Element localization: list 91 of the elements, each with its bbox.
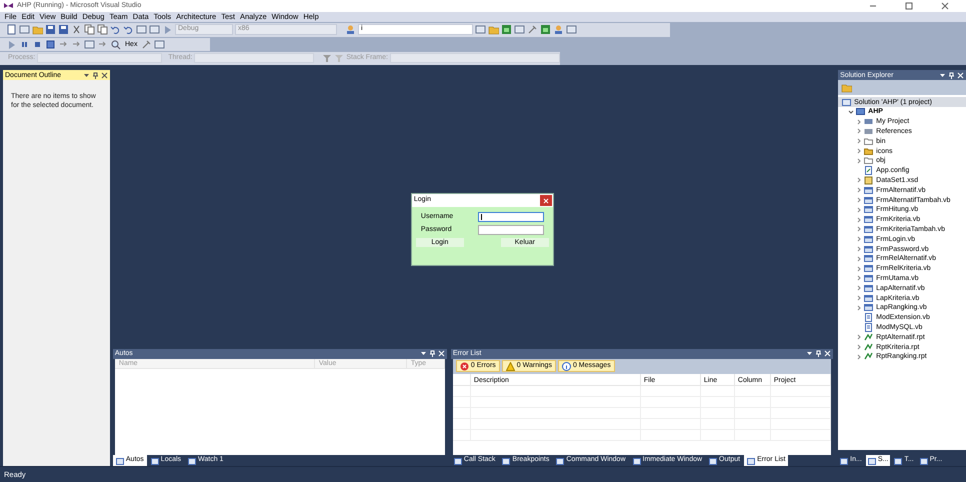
document-icon[interactable] xyxy=(6,24,17,36)
window-icon[interactable] xyxy=(514,24,525,36)
copy-icon[interactable] xyxy=(84,24,95,36)
window-icon xyxy=(556,456,564,465)
maximize-icon[interactable] xyxy=(904,2,914,10)
window-icon xyxy=(868,456,876,465)
window-icon xyxy=(747,456,756,465)
file-icon xyxy=(864,224,874,234)
file-icon xyxy=(864,215,874,224)
chevron-right-icon[interactable] xyxy=(856,354,862,360)
app-logo-icon xyxy=(3,2,14,10)
file-icon xyxy=(864,313,874,322)
undo-icon[interactable] xyxy=(110,24,121,36)
window-icon xyxy=(116,456,124,465)
close-icon xyxy=(542,198,549,204)
window-icon xyxy=(188,456,196,465)
window-icon[interactable] xyxy=(566,24,577,36)
save-icon[interactable] xyxy=(58,24,69,36)
window-icon xyxy=(709,456,718,465)
window-icon xyxy=(920,456,928,465)
close-icon[interactable] xyxy=(100,72,108,79)
chevron-right-icon[interactable] xyxy=(856,206,862,213)
input-field[interactable] xyxy=(478,212,544,222)
chevron-down-icon[interactable] xyxy=(848,108,854,115)
message-icon xyxy=(562,362,571,371)
chevron-right-icon[interactable] xyxy=(856,275,862,282)
file-icon xyxy=(864,166,874,176)
chevron-right-icon[interactable] xyxy=(856,256,862,262)
error-icon xyxy=(460,362,469,371)
chevron-right-icon[interactable] xyxy=(856,344,862,350)
input-field[interactable] xyxy=(478,224,544,235)
window-icon[interactable] xyxy=(84,38,95,50)
chevron-right-icon[interactable] xyxy=(856,118,862,125)
chevron-right-icon[interactable] xyxy=(856,246,862,252)
chevron-right-icon[interactable] xyxy=(856,266,862,272)
undo-icon[interactable] xyxy=(123,24,134,36)
scissors-icon[interactable] xyxy=(71,24,82,36)
window-icon[interactable] xyxy=(19,24,30,36)
window-icon xyxy=(454,456,462,465)
chevron-right-icon[interactable] xyxy=(856,216,862,223)
chevron-right-icon[interactable] xyxy=(856,187,862,194)
copy-icon[interactable] xyxy=(97,24,108,36)
file-icon xyxy=(864,176,874,185)
file-icon xyxy=(864,186,874,195)
chevron-right-icon[interactable] xyxy=(856,236,862,242)
window-icon[interactable] xyxy=(149,24,160,36)
window-icon xyxy=(894,456,902,465)
chevron-right-icon[interactable] xyxy=(856,177,862,184)
file-icon xyxy=(864,244,874,254)
window-icon xyxy=(632,456,641,465)
dropdown-icon[interactable] xyxy=(939,72,946,79)
file-icon xyxy=(864,234,874,244)
file-icon xyxy=(864,254,874,264)
file-icon xyxy=(864,322,874,332)
pin-icon[interactable] xyxy=(92,72,99,79)
chevron-right-icon[interactable] xyxy=(856,128,862,134)
chevron-right-icon[interactable] xyxy=(856,158,862,164)
person-icon[interactable] xyxy=(345,24,356,36)
file-icon xyxy=(864,303,874,312)
window-icon[interactable] xyxy=(154,38,166,50)
window-icon[interactable] xyxy=(475,24,486,36)
close-icon[interactable] xyxy=(940,2,950,10)
window-icon xyxy=(150,456,159,465)
file-icon xyxy=(864,264,874,274)
file-icon xyxy=(864,284,874,293)
file-icon xyxy=(864,274,874,283)
close-button[interactable] xyxy=(540,195,552,206)
play-icon[interactable] xyxy=(162,24,173,36)
chevron-right-icon[interactable] xyxy=(856,334,862,340)
folder-icon[interactable] xyxy=(488,24,499,36)
window-icon xyxy=(502,456,510,465)
file-icon xyxy=(864,205,874,214)
magnifier-icon[interactable] xyxy=(110,38,121,50)
tool-icon[interactable] xyxy=(527,24,538,36)
dropdown-icon[interactable] xyxy=(82,72,90,79)
window-icon xyxy=(840,456,848,465)
tool-icon[interactable] xyxy=(141,38,152,50)
file-icon xyxy=(864,294,874,303)
window-icon[interactable] xyxy=(136,24,147,36)
chevron-right-icon[interactable] xyxy=(856,148,862,154)
chevron-right-icon[interactable] xyxy=(856,295,862,302)
chevron-right-icon[interactable] xyxy=(856,197,862,204)
person-icon[interactable] xyxy=(553,24,564,36)
chevron-right-icon[interactable] xyxy=(856,226,862,232)
file-icon xyxy=(864,196,874,205)
warning-icon xyxy=(506,362,515,371)
chevron-right-icon[interactable] xyxy=(856,304,862,311)
chevron-right-icon[interactable] xyxy=(856,285,862,292)
save-icon[interactable] xyxy=(45,24,56,36)
filter-icon[interactable] xyxy=(322,53,332,64)
chevron-right-icon[interactable] xyxy=(856,138,862,144)
